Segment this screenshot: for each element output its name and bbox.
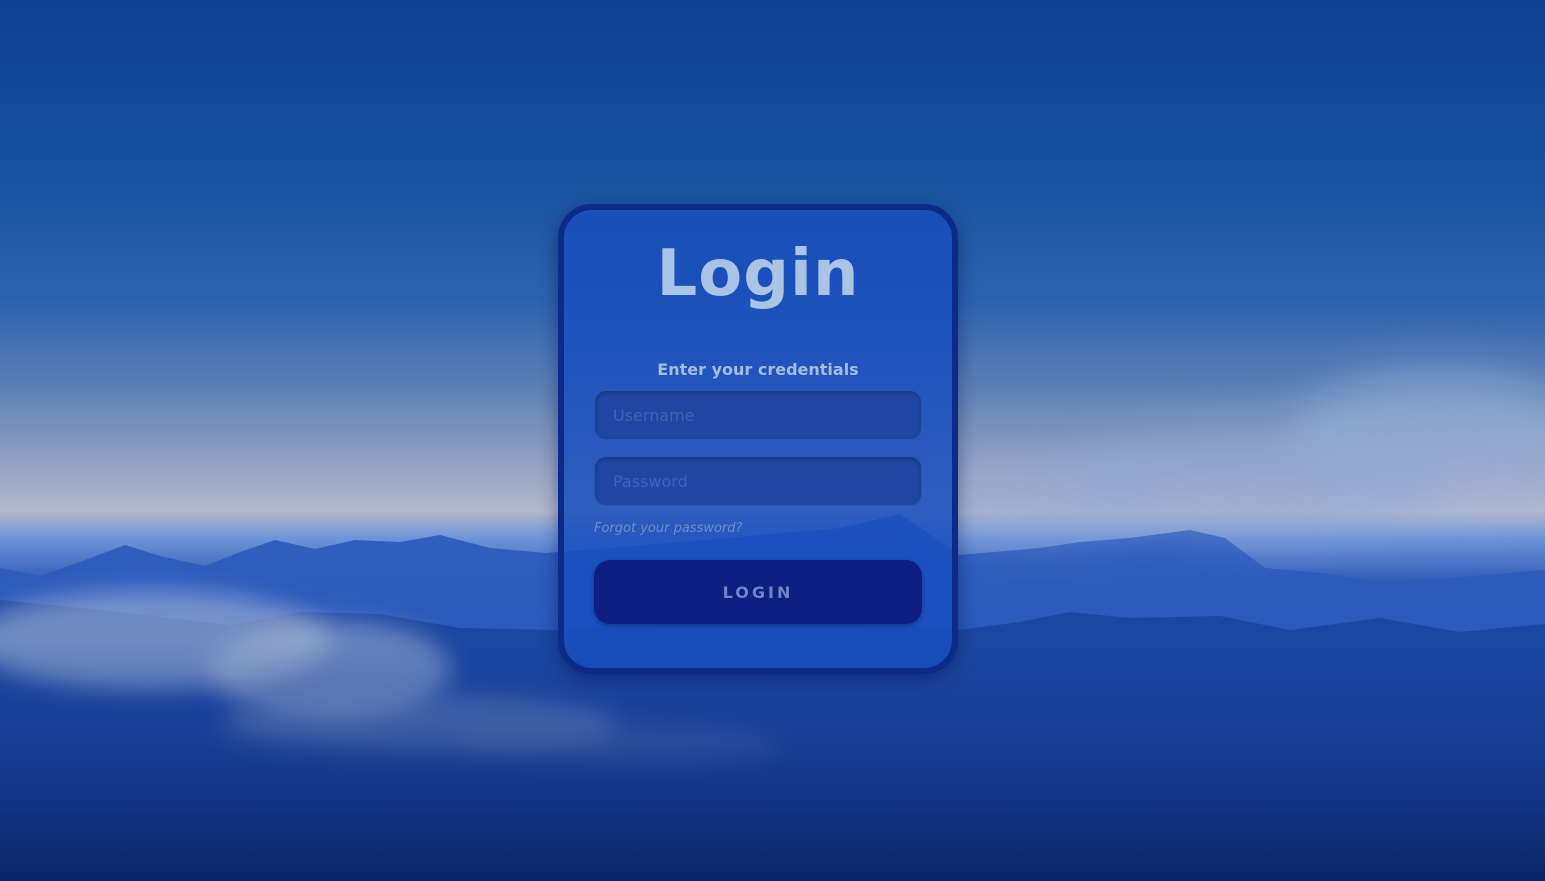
username-input[interactable]	[594, 390, 922, 440]
password-input[interactable]	[594, 456, 922, 506]
credentials-subtitle: Enter your credentials	[657, 360, 859, 379]
login-title: Login	[656, 237, 860, 311]
forgot-password-link[interactable]: Forgot your password?	[594, 520, 742, 538]
login-button[interactable]: LOGIN	[594, 560, 922, 624]
login-card: Login Enter your credentials Forgot your…	[558, 204, 958, 674]
